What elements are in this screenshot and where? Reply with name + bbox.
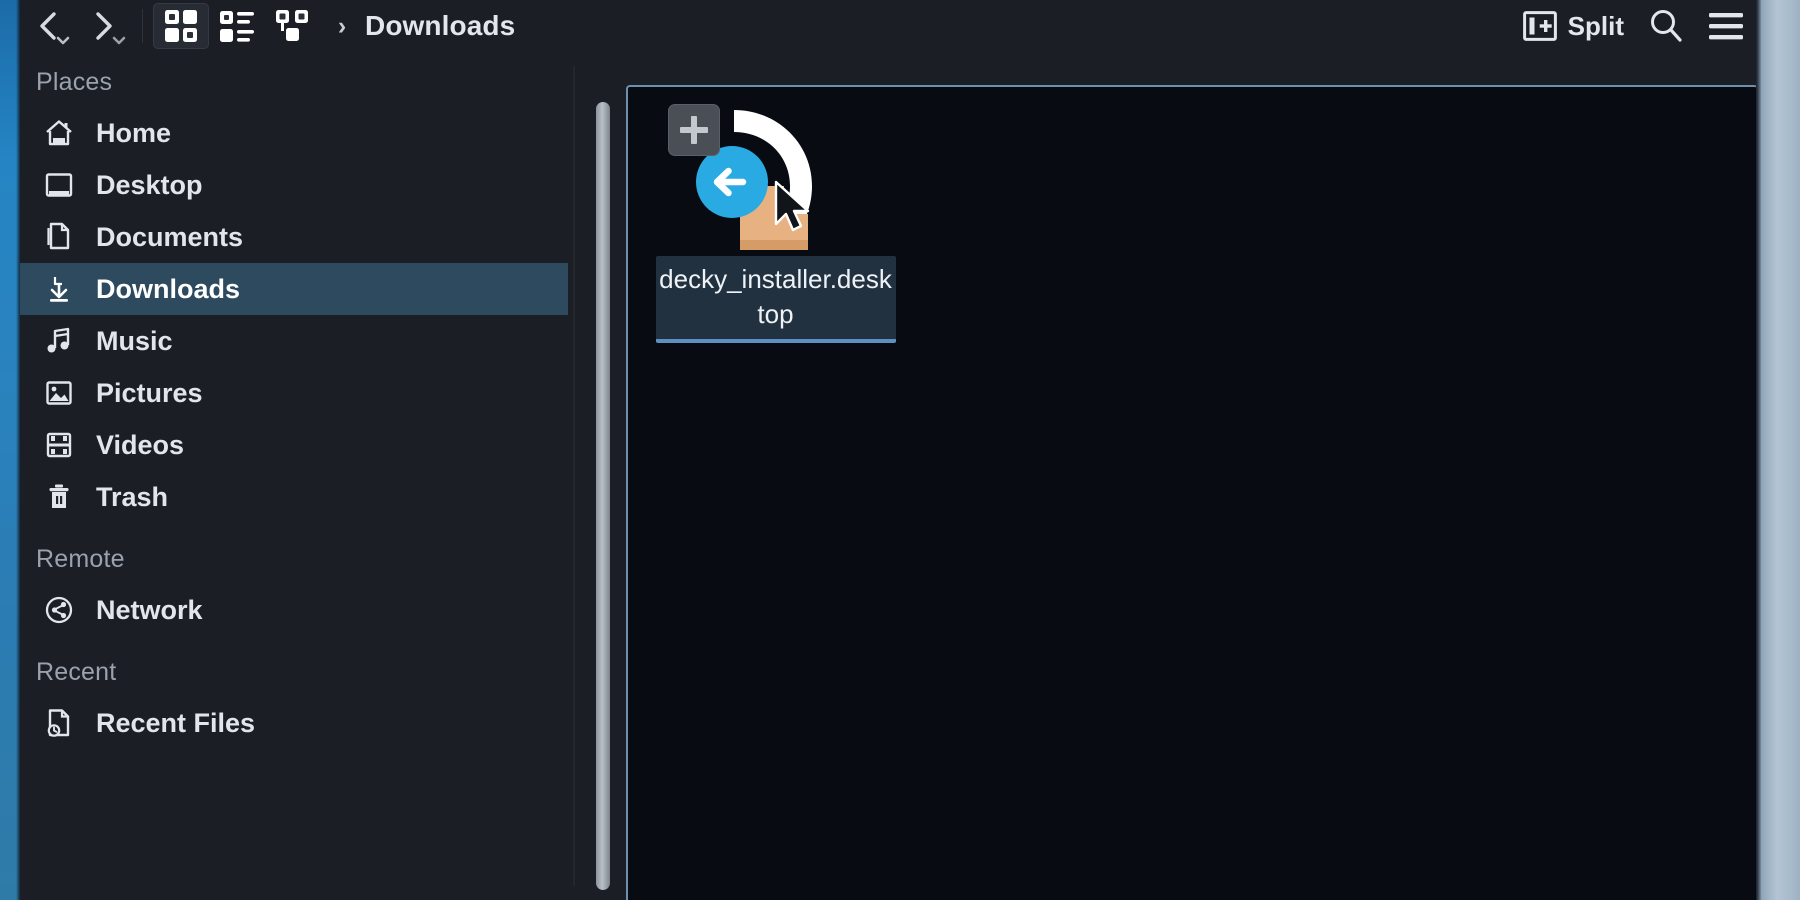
back-history-chevron-down-icon[interactable] xyxy=(56,35,70,45)
dolphin-window: › Downloads Split xyxy=(0,0,1800,900)
sidebar-item-trash[interactable]: Trash xyxy=(20,471,568,523)
music-note-icon xyxy=(42,324,76,358)
back-button[interactable] xyxy=(20,3,76,49)
grid-view-icon xyxy=(163,8,199,44)
hamburger-menu-icon xyxy=(1707,11,1745,41)
sidebar-item-recent-files[interactable]: Recent Files xyxy=(20,697,568,749)
desktop-icon xyxy=(42,168,76,202)
videos-film-icon xyxy=(42,428,76,462)
downloads-icon xyxy=(42,272,76,306)
forward-history-chevron-down-icon[interactable] xyxy=(112,35,126,45)
view-mode-icons-button[interactable] xyxy=(153,3,209,49)
sidebar-item-downloads[interactable]: Downloads xyxy=(20,263,568,315)
sidebar-section-title-recent: Recent xyxy=(20,636,568,697)
compact-list-view-icon xyxy=(219,8,255,44)
sidebar-item-videos[interactable]: Videos xyxy=(20,419,568,471)
sidebar-item-label: Videos xyxy=(96,430,184,461)
breadcrumb-separator-icon: › xyxy=(331,14,353,39)
file-name-label[interactable]: decky_installer.desktop xyxy=(656,256,896,343)
sidebar-item-label: Desktop xyxy=(96,170,203,201)
documents-icon xyxy=(42,220,76,254)
sidebar-item-label: Pictures xyxy=(96,378,203,409)
search-icon xyxy=(1647,7,1685,45)
split-view-button[interactable]: Split xyxy=(1511,3,1636,49)
split-view-label: Split xyxy=(1568,11,1624,42)
sidebar-item-label: Downloads xyxy=(96,274,240,305)
network-share-icon xyxy=(42,593,76,627)
sidebar-item-music[interactable]: Music xyxy=(20,315,568,367)
sidebar-item-documents[interactable]: Documents xyxy=(20,211,568,263)
sidebar-item-label: Music xyxy=(96,326,173,357)
file-view[interactable]: decky_installer.desktop xyxy=(626,85,1758,900)
main-menu-button[interactable] xyxy=(1696,3,1756,49)
window-right-accent-strip xyxy=(1756,0,1800,900)
search-button[interactable] xyxy=(1636,3,1696,49)
sidebar-item-label: Documents xyxy=(96,222,243,253)
sidebar-section-title-places: Places xyxy=(20,52,568,107)
places-sidebar: Places Home Desktop xyxy=(20,52,568,900)
file-item-decky-installer[interactable]: decky_installer.desktop xyxy=(653,102,898,343)
sidebar-item-label: Recent Files xyxy=(96,708,255,739)
file-icon-stage xyxy=(676,102,876,252)
recent-files-icon xyxy=(42,706,76,740)
forward-button[interactable] xyxy=(76,3,132,49)
sidebar-item-desktop[interactable]: Desktop xyxy=(20,159,568,211)
pictures-icon xyxy=(42,376,76,410)
trash-icon xyxy=(42,480,76,514)
sidebar-divider xyxy=(573,66,575,886)
sidebar-section-title-remote: Remote xyxy=(20,523,568,584)
sidebar-item-label: Trash xyxy=(96,482,168,513)
sidebar-item-label: Network xyxy=(96,595,203,626)
sidebar-item-pictures[interactable]: Pictures xyxy=(20,367,568,419)
home-icon xyxy=(42,116,76,150)
view-mode-compact-button[interactable] xyxy=(209,3,265,49)
breadcrumb-current-folder[interactable]: Downloads xyxy=(365,10,515,42)
sidebar-item-home[interactable]: Home xyxy=(20,107,568,159)
sidebar-item-network[interactable]: Network xyxy=(20,584,568,636)
breadcrumb[interactable]: › Downloads xyxy=(321,3,1511,49)
split-view-icon xyxy=(1523,10,1557,42)
mouse-cursor-icon xyxy=(772,180,816,236)
sidebar-scrollbar-thumb[interactable] xyxy=(596,102,610,890)
toolbar: › Downloads Split xyxy=(20,0,1756,52)
sidebar-item-label: Home xyxy=(96,118,171,149)
sidebar-scrollbar[interactable] xyxy=(596,102,610,890)
view-mode-details-button[interactable] xyxy=(265,3,321,49)
tree-details-view-icon xyxy=(275,8,311,44)
drag-copy-plus-icon xyxy=(668,104,720,156)
toolbar-separator xyxy=(142,9,143,43)
window-left-accent-strip xyxy=(0,0,20,900)
